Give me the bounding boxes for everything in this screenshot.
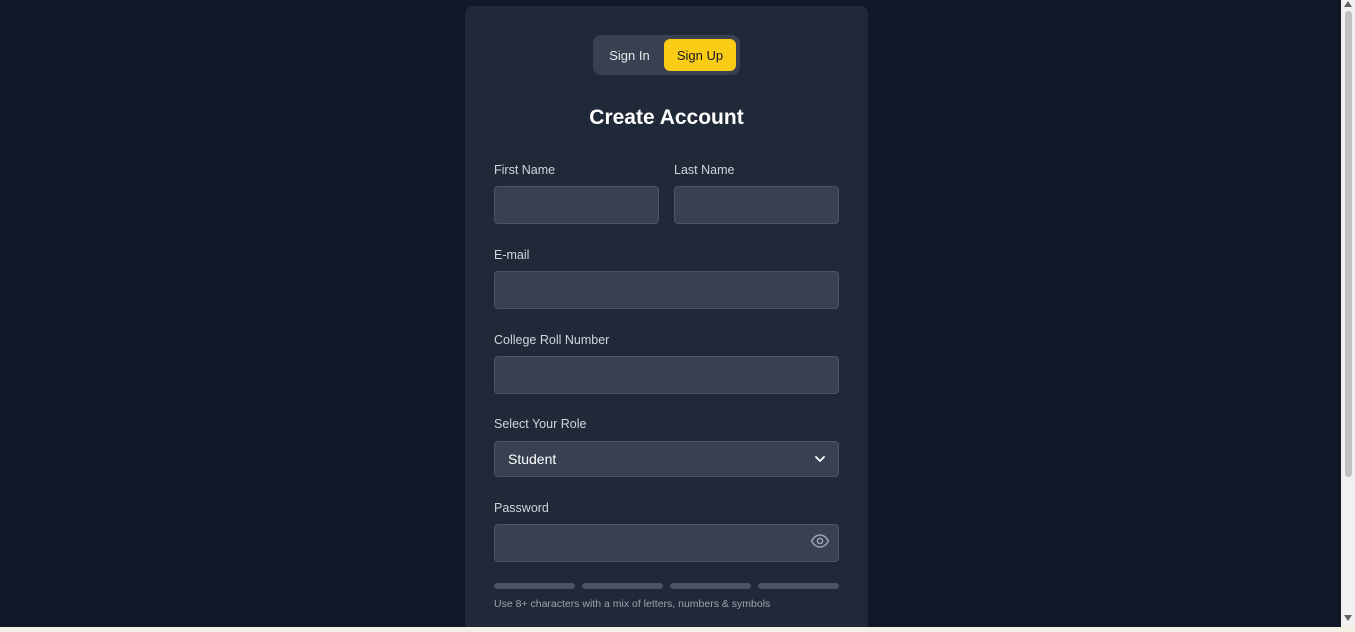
password-hint: Use 8+ characters with a mix of letters,… — [494, 598, 771, 610]
page-viewport: Sign In Sign Up Create Account First Nam… — [0, 0, 1341, 627]
password-strength-segment — [582, 583, 663, 589]
role-label: Select Your Role — [494, 417, 587, 431]
email-input[interactable] — [494, 271, 839, 309]
page-title: Create Account — [589, 106, 744, 129]
sign-in-tab[interactable]: Sign In — [597, 39, 662, 71]
scrollbar-thumb[interactable] — [1345, 11, 1352, 477]
role-select[interactable]: Student — [494, 441, 839, 477]
auth-mode-toggle: Sign In Sign Up — [593, 35, 740, 75]
chevron-down-icon — [815, 455, 825, 462]
role-selected-value: Student — [508, 451, 557, 467]
password-label: Password — [494, 501, 549, 515]
window-bottom-edge — [0, 627, 1355, 632]
last-name-input[interactable] — [674, 186, 839, 224]
roll-number-input[interactable] — [494, 356, 839, 394]
roll-number-label: College Roll Number — [494, 333, 610, 347]
email-label: E-mail — [494, 248, 530, 262]
password-strength-segment — [758, 583, 839, 589]
scroll-up-arrow-icon[interactable] — [1344, 1, 1352, 7]
eye-icon[interactable] — [810, 533, 830, 549]
password-input[interactable] — [494, 524, 839, 562]
scroll-down-arrow-icon[interactable] — [1344, 615, 1352, 621]
sign-up-tab[interactable]: Sign Up — [664, 39, 736, 71]
first-name-label: First Name — [494, 163, 556, 177]
signup-card: Sign In Sign Up Create Account First Nam… — [465, 6, 868, 627]
password-strength-segment — [670, 583, 751, 589]
password-strength-segment — [494, 583, 575, 589]
first-name-input[interactable] — [494, 186, 659, 224]
page-scrollbar[interactable] — [1341, 0, 1355, 627]
last-name-label: Last Name — [674, 163, 735, 177]
